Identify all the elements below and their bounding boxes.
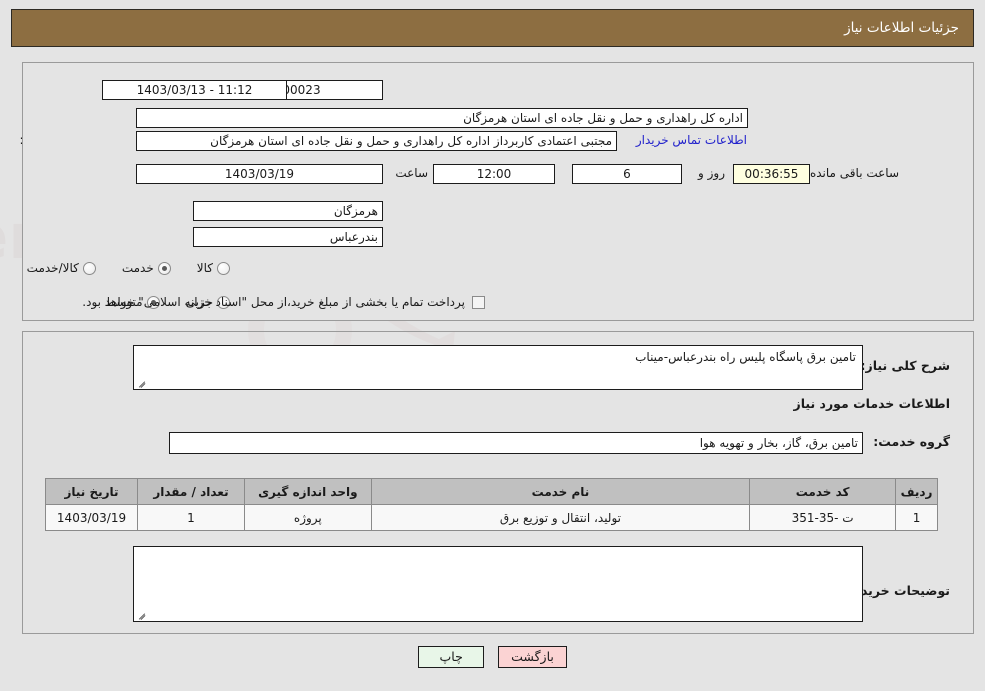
description-textarea[interactable]: تامین برق پاسگاه پلیس راه بندرعباس-میناب xyxy=(133,345,863,390)
service-group-field: تامین برق، گاز، بخار و تهویه هوا xyxy=(169,432,863,454)
col-row-no: ردیف xyxy=(895,478,938,505)
description-label: شرح کلی نیاز: xyxy=(860,358,950,373)
buyer-comments-textarea[interactable] xyxy=(133,546,863,622)
treasury-note-label: پرداخت تمام یا بخشی از مبلغ خرید،از محل … xyxy=(82,295,465,309)
treasury-note-row: پرداخت تمام یا بخشی از مبلغ خرید،از محل … xyxy=(82,295,485,309)
remaining-label: ساعت باقی مانده xyxy=(809,166,899,180)
cell-service-name: تولید، انتقال و توزیع برق xyxy=(370,504,751,531)
province-field: هرمزگان xyxy=(193,201,383,221)
days-label: روز و xyxy=(698,166,725,180)
hour-label: ساعت xyxy=(395,166,428,180)
category-option-goods-service[interactable]: کالا/خدمت xyxy=(27,261,96,275)
cell-service-code: ت -35-351 xyxy=(749,504,897,531)
buyer-org-field: اداره کل راهداری و حمل و نقل جاده ای است… xyxy=(136,108,748,128)
window-title-bar: جزئیات اطلاعات نیاز xyxy=(11,9,974,47)
cell-need-date: 1403/03/19 xyxy=(44,504,139,531)
category-option-goods-service-label: کالا/خدمت xyxy=(26,261,79,275)
print-button[interactable]: چاپ xyxy=(418,646,485,668)
col-service-code: کد خدمت xyxy=(749,478,897,505)
treasury-checkbox[interactable] xyxy=(472,295,485,309)
category-option-goods[interactable]: کالا xyxy=(197,261,230,275)
countdown-field: 00:36:55 xyxy=(733,164,810,184)
buyer-contact-link[interactable]: اطلاعات تماس خریدار xyxy=(636,133,747,147)
radio-goods-icon[interactable] xyxy=(217,261,230,275)
page-root: AriaTender.net جزئیات اطلاعات نیاز شماره… xyxy=(0,0,985,691)
service-group-label: گروه خدمت: xyxy=(873,434,950,449)
services-table: ردیف کد خدمت نام خدمت واحد اندازه گیری ت… xyxy=(44,478,938,531)
cell-row-no: 1 xyxy=(895,504,938,531)
category-radio-group: کالا خدمت کالا/خدمت xyxy=(1,261,230,275)
description-value: تامین برق پاسگاه پلیس راه بندرعباس-میناب xyxy=(635,350,856,364)
col-unit: واحد اندازه گیری xyxy=(243,478,372,505)
category-option-service-label: خدمت xyxy=(121,261,154,275)
cell-unit: پروژه xyxy=(243,504,372,531)
category-option-goods-label: کالا xyxy=(196,261,213,275)
city-field: بندرعباس xyxy=(193,227,383,247)
col-quantity: تعداد / مقدار xyxy=(137,478,245,505)
days-remaining-field: 6 xyxy=(572,164,682,184)
category-option-service[interactable]: خدمت xyxy=(122,261,171,275)
col-service-name: نام خدمت xyxy=(370,478,751,505)
announce-datetime-field: 1403/03/13 - 11:12 xyxy=(102,80,287,100)
hour-field: 12:00 xyxy=(433,164,555,184)
radio-goods-service-icon[interactable] xyxy=(82,261,96,275)
resize-grip-icon-2[interactable] xyxy=(137,609,147,619)
table-row[interactable]: 1 ت -35-351 تولید، انتقال و توزیع برق پر… xyxy=(44,504,938,531)
radio-service-icon[interactable] xyxy=(157,261,171,275)
col-need-date: تاریخ نیاز xyxy=(44,478,139,505)
services-section-title: اطلاعات خدمات مورد نیاز xyxy=(793,396,951,411)
page-title: جزئیات اطلاعات نیاز xyxy=(844,20,959,36)
cell-quantity: 1 xyxy=(137,504,245,531)
footer-button-bar: بازگشت چاپ xyxy=(0,646,985,668)
back-button[interactable]: بازگشت xyxy=(498,646,567,668)
deadline-date-field: 1403/03/19 xyxy=(136,164,383,184)
need-info-panel xyxy=(22,62,974,321)
resize-grip-icon[interactable] xyxy=(137,377,147,387)
creator-field: مجتبی اعتمادی کاربرداز اداره کل راهداری … xyxy=(136,131,617,151)
table-header-row: ردیف کد خدمت نام خدمت واحد اندازه گیری ت… xyxy=(44,478,938,505)
